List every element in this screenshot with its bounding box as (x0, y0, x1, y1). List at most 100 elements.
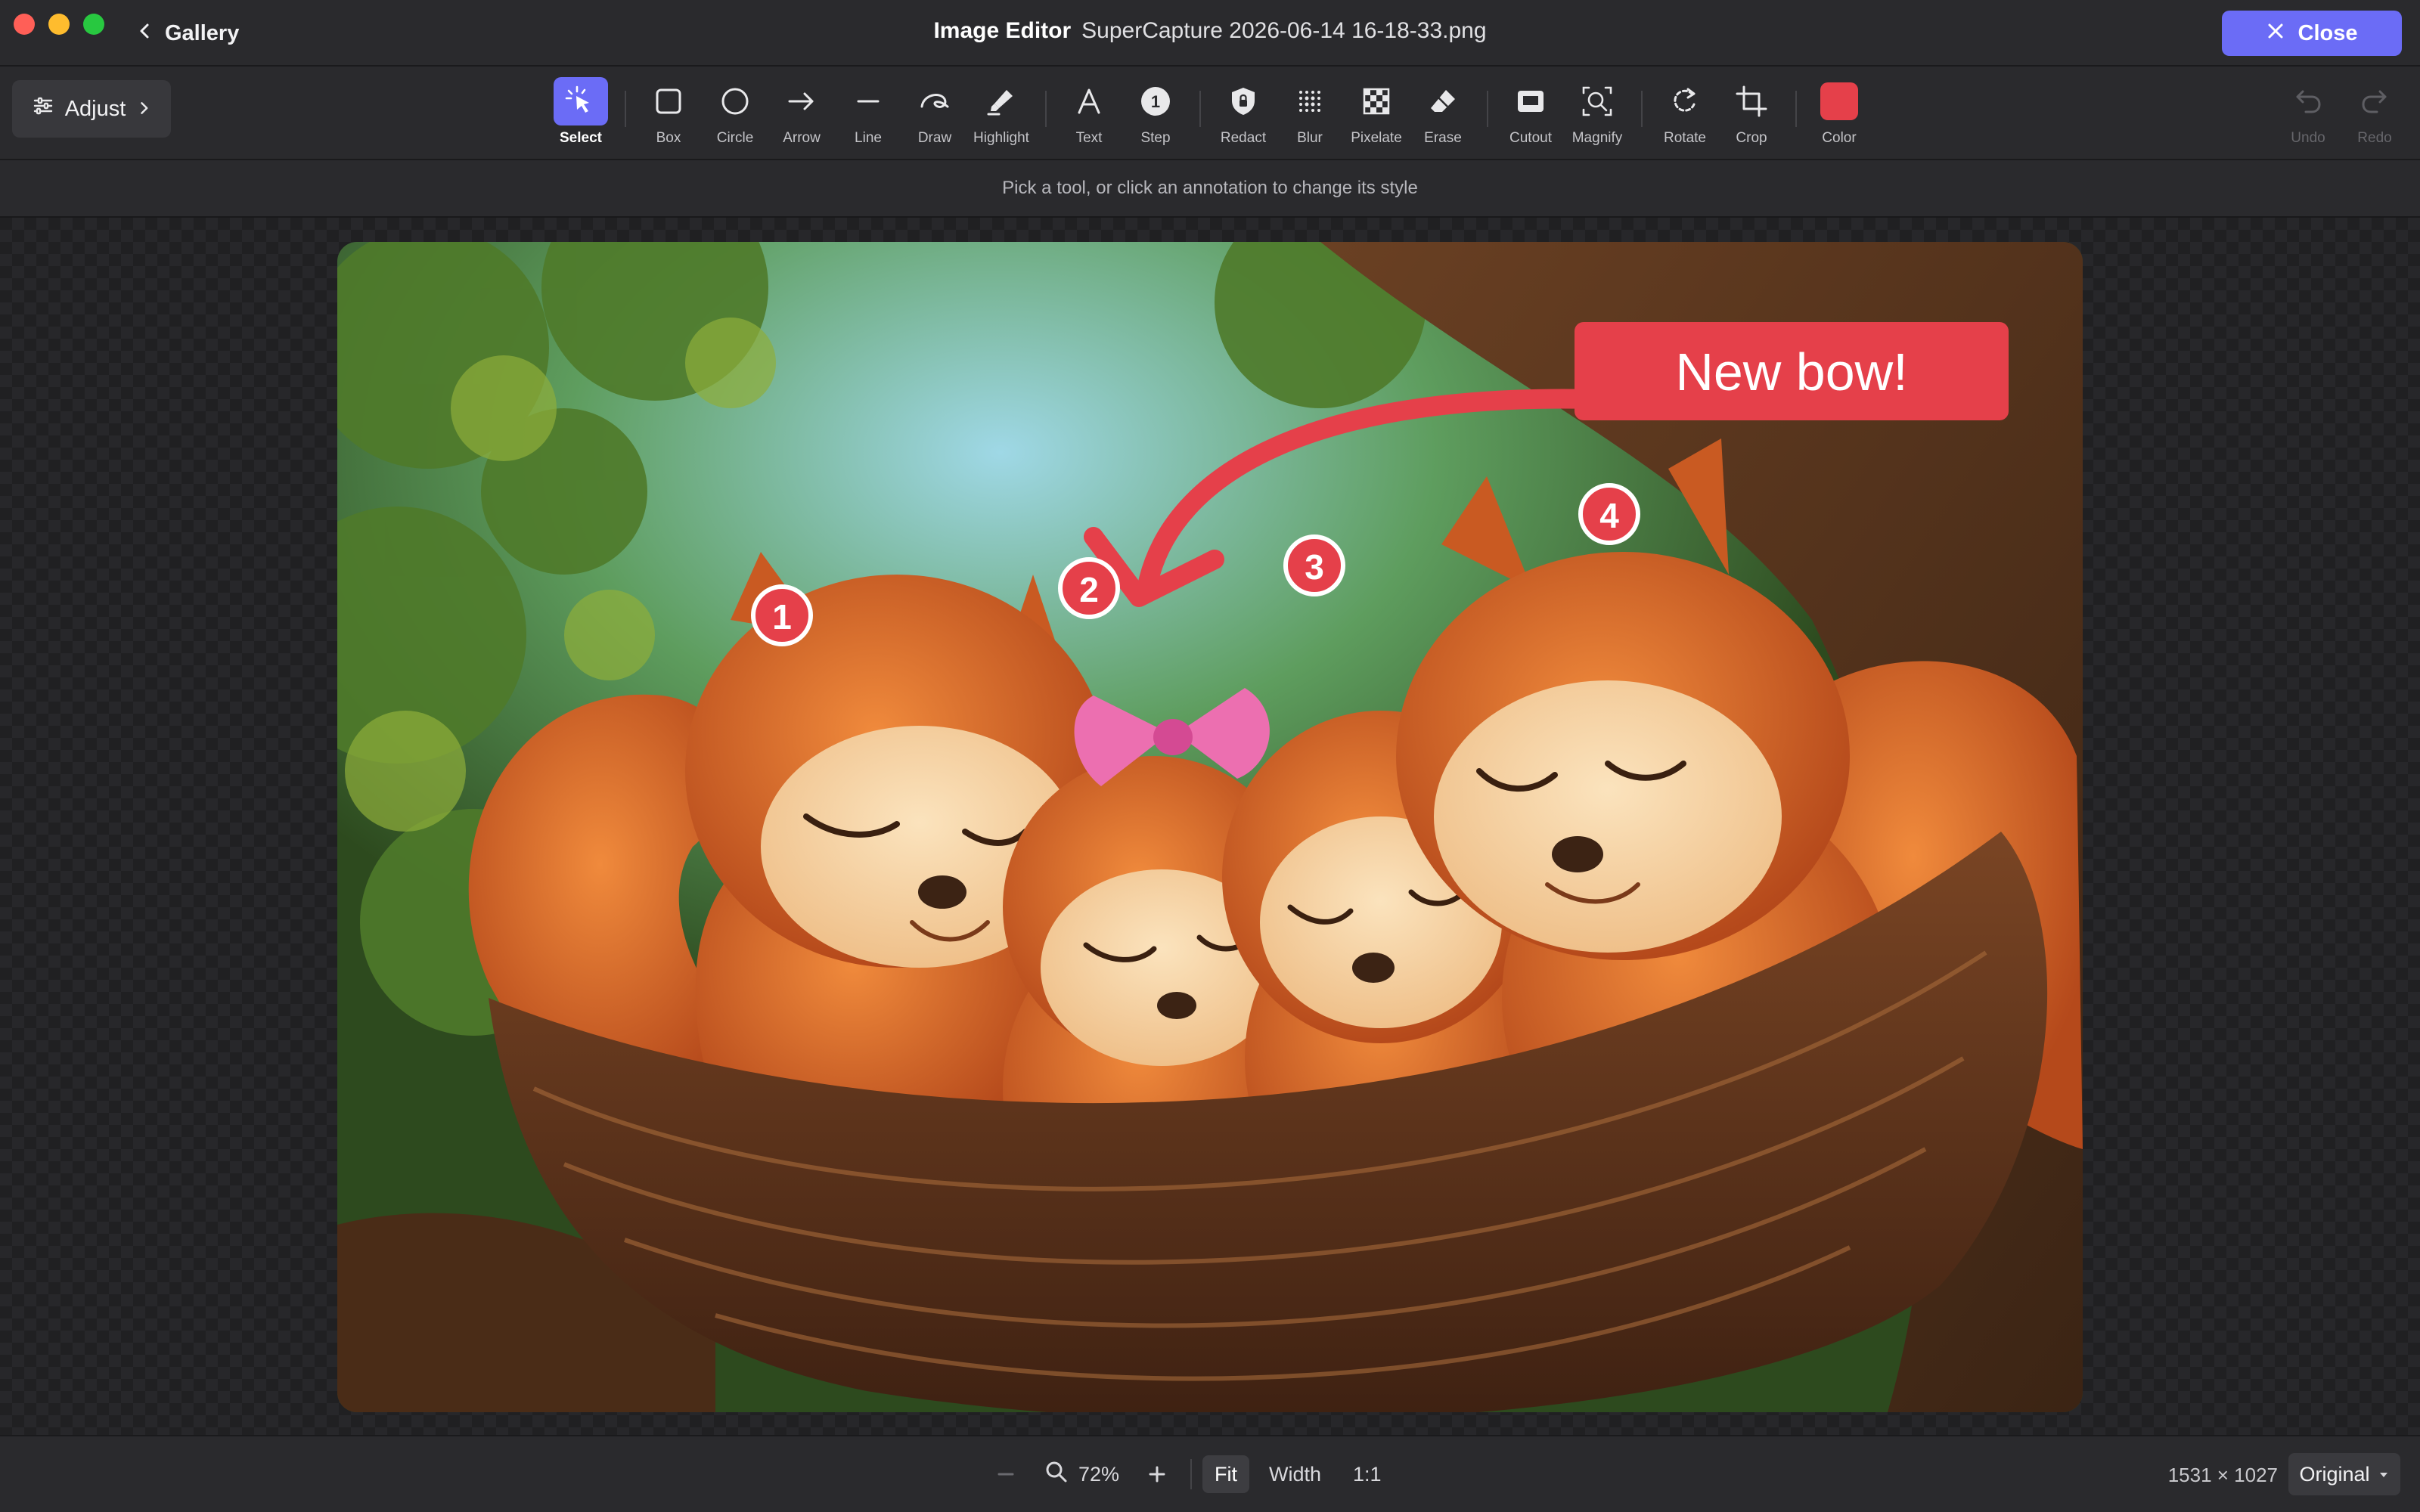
tool-color-label: Color (1822, 130, 1857, 146)
chevron-down-icon (2378, 1463, 2390, 1486)
tool-arrow-label: Arrow (783, 130, 821, 146)
close-icon (2266, 21, 2285, 46)
adjust-label: Adjust (64, 96, 126, 121)
highlighter-icon (974, 77, 1028, 125)
zoom-value: 72% (1078, 1462, 1120, 1486)
tool-crop-label: Crop (1736, 130, 1767, 146)
undo-label: Undo (2291, 130, 2325, 146)
magnifier-icon (1570, 77, 1624, 125)
step-marker-1-number: 1 (772, 597, 792, 637)
freehand-icon (908, 77, 962, 125)
title-bar: Gallery Image Editor SuperCapture 2026-06… (0, 0, 2420, 67)
tool-rotate[interactable]: Rotate (1650, 77, 1720, 147)
zoom-controls: 72% Fit Width 1:1 (983, 1453, 1401, 1495)
redo-button[interactable]: Redo (2341, 77, 2408, 147)
tool-draw-label: Draw (917, 130, 952, 146)
redo-icon (2347, 77, 2402, 125)
color-swatch (1812, 77, 1866, 125)
checkerboard-icon (1349, 77, 1404, 125)
tool-highlight-label: Highlight (973, 130, 1029, 146)
numbered-step-icon: 1 (1128, 77, 1183, 125)
step-icon-number: 1 (1151, 92, 1160, 111)
plus-icon (1149, 1466, 1165, 1483)
toolbar-divider (1199, 91, 1201, 127)
adjust-button[interactable]: Adjust (12, 80, 171, 138)
tool-text[interactable]: Text (1054, 77, 1124, 147)
toolbar-divider (1795, 91, 1797, 127)
tool-step-label: Step (1140, 130, 1171, 146)
toolbar-divider (625, 91, 626, 127)
step-marker-3[interactable]: 3 (1283, 534, 1345, 596)
callout-annotation[interactable]: New bow! (1575, 322, 2009, 420)
image-dimensions: 1531 × 1027 (2167, 1464, 2278, 1486)
chevron-right-icon (136, 97, 151, 122)
step-marker-4-number: 4 (1599, 496, 1619, 535)
zoom-divider (1190, 1459, 1192, 1489)
tool-magnify[interactable]: Magnify (1562, 77, 1632, 147)
tool-redact-label: Redact (1220, 130, 1267, 146)
blur-dots-icon (1283, 77, 1337, 125)
file-name: SuperCapture 2026-06-14 16-18-33.png (1081, 18, 1487, 43)
close-editor-button[interactable]: Close (2222, 11, 2402, 56)
redo-label: Redo (2357, 130, 2392, 146)
tool-step[interactable]: 1 Step (1121, 77, 1190, 147)
tool-pixelate[interactable]: Pixelate (1342, 77, 1411, 147)
tool-arrow[interactable]: Arrow (767, 77, 836, 147)
tool-rotate-label: Rotate (1664, 130, 1706, 146)
tool-color[interactable]: Color (1804, 77, 1874, 147)
tool-select-label: Select (560, 130, 602, 146)
text-icon (1062, 77, 1116, 125)
zoom-out-button[interactable] (983, 1453, 1028, 1495)
step-marker-3-number: 3 (1305, 547, 1324, 587)
tool-line-label: Line (855, 130, 882, 146)
size-select-value: Original (2299, 1462, 2370, 1486)
undo-button[interactable]: Undo (2275, 77, 2341, 147)
tool-line[interactable]: Line (833, 77, 903, 147)
eraser-icon (1416, 77, 1470, 125)
tool-box-label: Box (656, 130, 681, 146)
crop-icon (1724, 77, 1779, 125)
arrow-right-icon (774, 77, 829, 125)
zoom-level[interactable]: 72% (1028, 1453, 1134, 1495)
square-icon (641, 77, 696, 125)
zoom-fit-button[interactable]: Fit (1202, 1455, 1249, 1493)
tool-blur[interactable]: Blur (1275, 77, 1345, 147)
zoom-actual-size-button[interactable]: 1:1 (1341, 1455, 1394, 1493)
annotation-toolbar: Adjust Select Box Circle Arrow Line Draw… (0, 67, 2420, 160)
step-marker-4[interactable]: 4 (1578, 483, 1640, 545)
rotate-icon (1658, 77, 1712, 125)
shield-lock-icon (1216, 77, 1270, 125)
edited-image[interactable]: New bow! 1 2 3 4 (337, 242, 2083, 1412)
window-title: Image Editor SuperCapture 2026-06-14 16-1… (0, 18, 2420, 44)
zoom-width-button[interactable]: Width (1257, 1455, 1333, 1493)
zoom-in-button[interactable] (1134, 1453, 1180, 1495)
toolbar-divider (1487, 91, 1488, 127)
toolbar-divider (1641, 91, 1643, 127)
tool-highlight[interactable]: Highlight (966, 77, 1036, 147)
step-marker-1[interactable]: 1 (751, 584, 813, 646)
callout-text: New bow! (1675, 342, 1907, 401)
tool-redact[interactable]: Redact (1208, 77, 1278, 147)
tool-circle[interactable]: Circle (700, 77, 770, 147)
line-icon (841, 77, 895, 125)
tool-draw[interactable]: Draw (900, 77, 970, 147)
tool-crop[interactable]: Crop (1717, 77, 1786, 147)
tool-cutout[interactable]: Cutout (1496, 77, 1565, 147)
app-title: Image Editor (933, 18, 1072, 43)
tool-magnify-label: Magnify (1571, 130, 1623, 146)
editor-canvas[interactable]: New bow! 1 2 3 4 (0, 218, 2420, 1435)
tool-select[interactable]: Select (546, 77, 616, 147)
cutout-icon (1503, 77, 1558, 125)
hint-text: Pick a tool, or click an annotation to c… (1002, 178, 1418, 198)
tool-erase[interactable]: Erase (1408, 77, 1478, 147)
tool-pixelate-label: Pixelate (1351, 130, 1402, 146)
tool-box[interactable]: Box (634, 77, 703, 147)
close-label: Close (2297, 20, 2358, 45)
size-select[interactable]: Original (2288, 1453, 2400, 1495)
undo-icon (2281, 77, 2335, 125)
tool-cutout-label: Cutout (1509, 130, 1552, 146)
hint-bar: Pick a tool, or click an annotation to c… (0, 160, 2420, 218)
circle-icon (708, 77, 762, 125)
step-marker-2[interactable]: 2 (1058, 557, 1120, 619)
tool-circle-label: Circle (716, 130, 754, 146)
